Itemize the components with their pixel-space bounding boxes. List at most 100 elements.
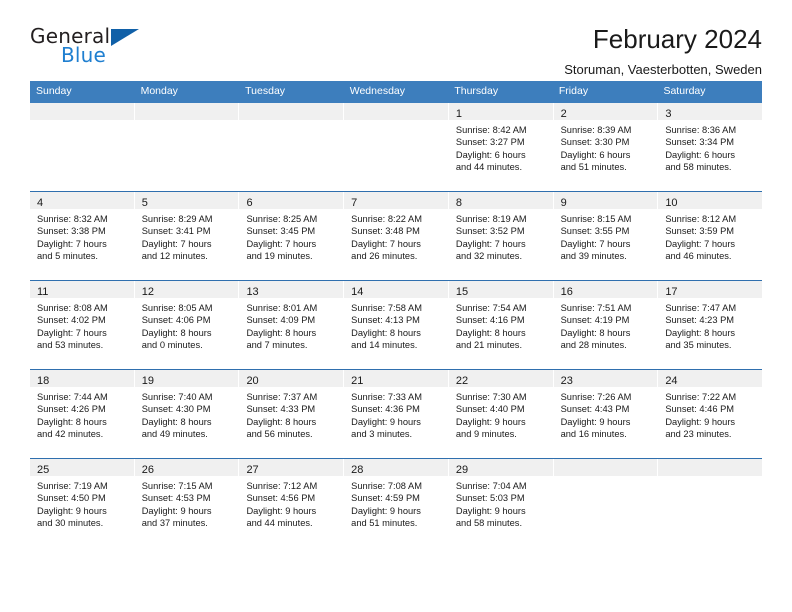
sunrise-text: Sunrise: 7:04 AM <box>455 480 527 491</box>
daylight-text: Daylight: 7 hours <box>351 238 421 249</box>
day-number: 19 <box>141 374 154 387</box>
day-number: 20 <box>246 374 259 387</box>
day-number-bar: 20 <box>239 369 344 387</box>
page-header: General Blue February 2024 Storuman, Vae… <box>30 0 762 77</box>
sunrise-text: Sunrise: 8:42 AM <box>455 124 527 135</box>
daylight-text: Daylight: 7 hours <box>37 327 107 338</box>
calendar-day-cell[interactable]: 5 Sunrise: 8:29 AM Sunset: 3:41 PM Daylight… <box>134 191 240 280</box>
day-number-bar <box>344 102 448 120</box>
sunrise-text: Sunrise: 7:08 AM <box>351 480 422 491</box>
sunset-text: Sunset: 4:30 PM <box>141 404 211 415</box>
daylight-text-cont: and 5 minutes. <box>37 251 98 262</box>
calendar-day-cell[interactable]: 10 Sunrise: 8:12 AM Sunset: 3:59 PM Dayligh… <box>658 191 763 280</box>
sunrise-text: Sunrise: 7:22 AM <box>665 391 737 402</box>
calendar-day-cell[interactable]: 19 Sunrise: 7:40 AM Sunset: 4:30 PM Dayligh… <box>134 369 240 458</box>
day-number-bar: 9 <box>553 191 658 209</box>
daylight-text: Daylight: 6 hours <box>560 149 631 160</box>
day-number-bar: 22 <box>448 369 553 387</box>
day-details: Sunrise: 7:08 AM Sunset: 4:59 PM Daylight:… <box>344 476 448 530</box>
day-details: Sunrise: 7:12 AM Sunset: 4:56 PM Daylight:… <box>239 476 343 530</box>
day-number: 2 <box>560 107 567 120</box>
daylight-text: Daylight: 8 hours <box>246 416 317 427</box>
calendar-day-cell[interactable]: 1 Sunrise: 8:42 AM Sunset: 3:27 PM Daylight… <box>448 102 554 191</box>
weekday-header-tuesday: Tuesday <box>245 85 286 97</box>
calendar-day-cell[interactable]: 13 Sunrise: 8:01 AM Sunset: 4:09 PM Dayligh… <box>239 280 345 369</box>
calendar-day-cell-empty <box>134 102 240 191</box>
sunrise-text: Sunrise: 7:51 AM <box>560 302 632 313</box>
sunset-text: Sunset: 4:53 PM <box>141 493 211 504</box>
day-number: 11 <box>37 285 49 298</box>
calendar-day-cell[interactable]: 4 Sunrise: 8:32 AM Sunset: 3:38 PM Daylight… <box>30 191 135 280</box>
daylight-text-cont: and 51 minutes. <box>560 162 627 173</box>
day-number: 25 <box>37 463 50 476</box>
calendar-week-row: 18 Sunrise: 7:44 AM Sunset: 4:26 PM Dayligh… <box>30 369 763 459</box>
calendar-day-cell[interactable]: 21 Sunrise: 7:33 AM Sunset: 4:36 PM Dayligh… <box>344 369 449 458</box>
day-number: 17 <box>665 285 678 298</box>
daylight-text-cont: and 21 minutes. <box>455 340 523 351</box>
calendar-day-cell[interactable]: 29 Sunrise: 7:04 AM Sunset: 5:03 PM Dayligh… <box>448 458 554 547</box>
calendar-day-cell[interactable]: 2 Sunrise: 8:39 AM Sunset: 3:30 PM Daylight… <box>553 102 659 191</box>
daylight-text-cont: and 37 minutes. <box>141 518 208 529</box>
calendar-day-cell[interactable]: 23 Sunrise: 7:26 AM Sunset: 4:43 PM Dayligh… <box>553 369 659 458</box>
calendar-day-cell[interactable]: 22 Sunrise: 7:30 AM Sunset: 4:40 PM Dayligh… <box>448 369 554 458</box>
daylight-text: Daylight: 7 hours <box>37 238 107 249</box>
calendar-day-cell[interactable]: 20 Sunrise: 7:37 AM Sunset: 4:33 PM Dayligh… <box>239 369 345 458</box>
calendar-day-cell[interactable]: 6 Sunrise: 8:25 AM Sunset: 3:45 PM Daylight… <box>239 191 345 280</box>
calendar-day-cell[interactable]: 25 Sunrise: 7:19 AM Sunset: 4:50 PM Dayligh… <box>30 458 135 547</box>
day-number: 22 <box>455 374 469 387</box>
calendar-day-cell[interactable]: 18 Sunrise: 7:44 AM Sunset: 4:26 PM Dayligh… <box>30 369 135 458</box>
daylight-text-cont: and 58 minutes. <box>665 162 732 173</box>
daylight-text: Daylight: 9 hours <box>37 505 107 516</box>
daylight-text-cont: and 44 minutes. <box>455 162 523 173</box>
day-number-bar: 1 <box>448 102 553 120</box>
sunset-text: Sunset: 4:43 PM <box>560 404 630 415</box>
calendar-day-cell[interactable]: 15 Sunrise: 7:54 AM Sunset: 4:16 PM Dayligh… <box>448 280 554 369</box>
calendar-day-cell[interactable]: 28 Sunrise: 7:08 AM Sunset: 4:59 PM Dayligh… <box>344 458 449 547</box>
daylight-text: Daylight: 9 hours <box>560 416 631 427</box>
day-number-bar: 24 <box>658 369 763 387</box>
calendar-day-cell[interactable]: 8 Sunrise: 8:19 AM Sunset: 3:52 PM Daylight… <box>448 191 554 280</box>
calendar-day-cell[interactable]: 24 Sunrise: 7:22 AM Sunset: 4:46 PM Dayligh… <box>658 369 763 458</box>
page-subtitle: Storuman, Vaesterbotten, Sweden <box>564 62 762 78</box>
daylight-text: Daylight: 8 hours <box>455 327 526 338</box>
sunset-text: Sunset: 5:03 PM <box>455 493 525 504</box>
sunrise-text: Sunrise: 8:05 AM <box>141 302 213 313</box>
sunrise-text: Sunrise: 8:01 AM <box>246 302 318 313</box>
daylight-text: Daylight: 9 hours <box>351 416 421 427</box>
weekday-header-friday: Friday <box>558 85 589 97</box>
day-details: Sunrise: 7:58 AM Sunset: 4:13 PM Daylight:… <box>344 298 448 352</box>
brand-logo: General Blue <box>30 24 150 74</box>
calendar-day-cell[interactable]: 12 Sunrise: 8:05 AM Sunset: 4:06 PM Dayligh… <box>134 280 240 369</box>
daylight-text: Daylight: 8 hours <box>141 327 212 338</box>
daylight-text-cont: and 28 minutes. <box>560 340 627 351</box>
calendar-day-cell[interactable]: 16 Sunrise: 7:51 AM Sunset: 4:19 PM Dayligh… <box>553 280 659 369</box>
calendar-day-cell[interactable]: 17 Sunrise: 7:47 AM Sunset: 4:23 PM Dayligh… <box>658 280 763 369</box>
title-block: February 2024 Storuman, Vaesterbotten, S… <box>564 24 762 77</box>
calendar-day-cell[interactable]: 26 Sunrise: 7:15 AM Sunset: 4:53 PM Dayligh… <box>134 458 240 547</box>
calendar-day-cell[interactable]: 11 Sunrise: 8:08 AM Sunset: 4:02 PM Dayligh… <box>30 280 135 369</box>
day-details: Sunrise: 8:36 AM Sunset: 3:34 PM Daylight:… <box>658 120 762 174</box>
sunset-text: Sunset: 3:48 PM <box>351 226 420 237</box>
calendar-day-cell[interactable]: 14 Sunrise: 7:58 AM Sunset: 4:13 PM Dayligh… <box>344 280 449 369</box>
day-details: Sunrise: 8:32 AM Sunset: 3:38 PM Daylight:… <box>30 209 134 263</box>
calendar-body: 1 Sunrise: 8:42 AM Sunset: 3:27 PM Daylight… <box>30 102 763 547</box>
day-number-bar: 21 <box>344 369 448 387</box>
day-number-bar: 15 <box>448 280 553 298</box>
sunset-text: Sunset: 4:19 PM <box>560 315 630 326</box>
calendar-day-cell-empty <box>344 102 449 191</box>
daylight-text-cont: and 16 minutes. <box>560 429 627 440</box>
sunrise-text: Sunrise: 8:39 AM <box>560 124 632 135</box>
sunrise-text: Sunrise: 7:54 AM <box>455 302 527 313</box>
day-details: Sunrise: 7:54 AM Sunset: 4:16 PM Daylight:… <box>449 298 553 352</box>
daylight-text-cont: and 58 minutes. <box>455 518 523 529</box>
day-number-bar: 18 <box>30 369 134 387</box>
day-number-bar <box>658 458 763 476</box>
sunrise-text: Sunrise: 8:08 AM <box>37 302 108 313</box>
sunset-text: Sunset: 4:36 PM <box>351 404 420 415</box>
calendar-day-cell[interactable]: 3 Sunrise: 8:36 AM Sunset: 3:34 PM Daylight… <box>658 102 763 191</box>
calendar-day-cell[interactable]: 7 Sunrise: 8:22 AM Sunset: 3:48 PM Daylight… <box>344 191 449 280</box>
calendar-day-cell[interactable]: 27 Sunrise: 7:12 AM Sunset: 4:56 PM Dayligh… <box>239 458 345 547</box>
calendar-day-cell[interactable]: 9 Sunrise: 8:15 AM Sunset: 3:55 PM Daylight… <box>553 191 659 280</box>
day-number: 1 <box>455 107 462 120</box>
daylight-text-cont: and 19 minutes. <box>246 251 313 262</box>
